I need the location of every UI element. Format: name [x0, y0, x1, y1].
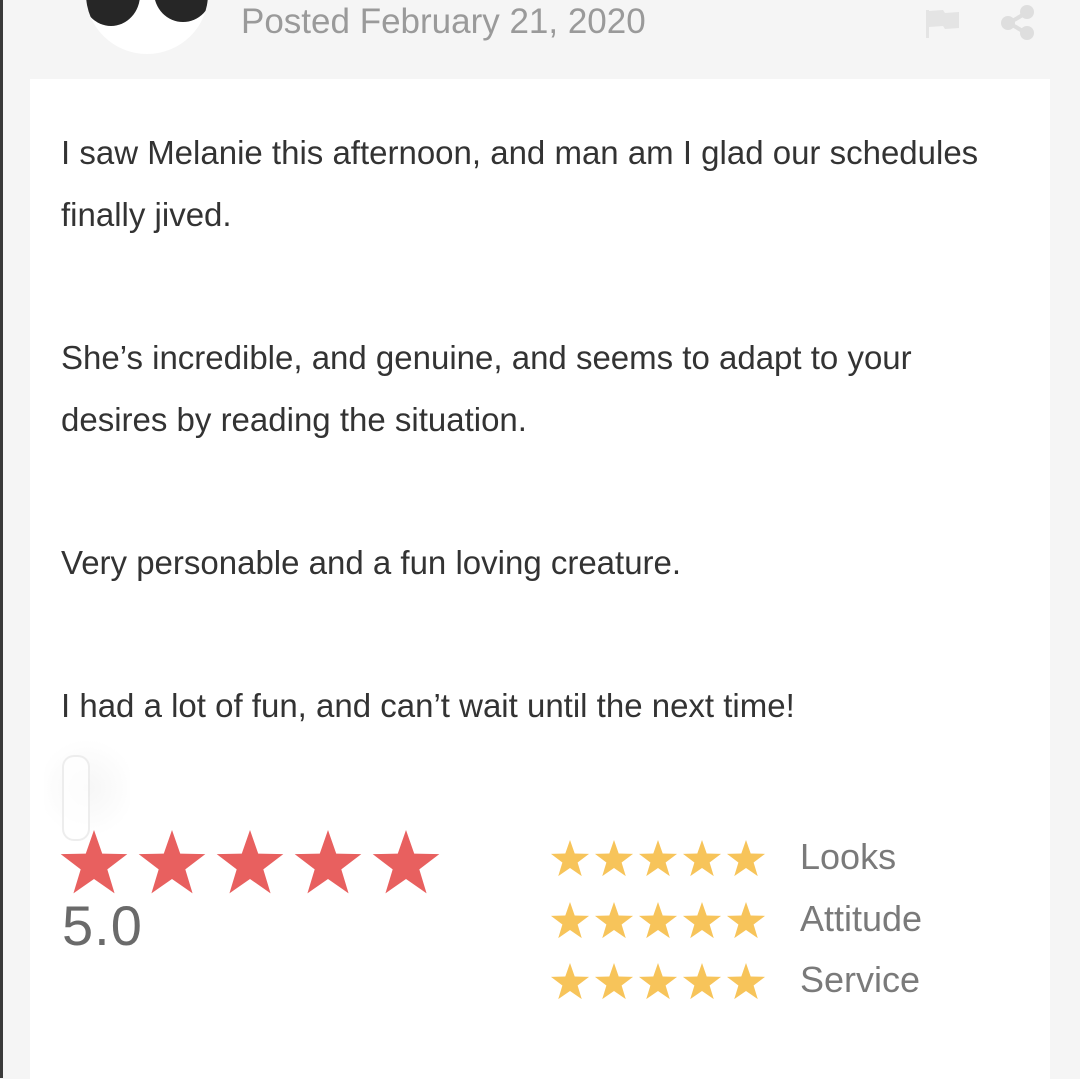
- category-rating-looks: Looks: [549, 833, 1009, 883]
- category-label: Service: [800, 959, 921, 1000]
- star-icon: [638, 840, 678, 877]
- star-icon: [216, 830, 284, 894]
- review-paragraph: Very personable and a fun loving creatur…: [61, 544, 682, 581]
- category-label: Attitude: [800, 898, 923, 939]
- star-icon: [726, 840, 766, 877]
- star-icon: [138, 830, 206, 894]
- category-rating-attitude: Attitude: [549, 895, 1009, 945]
- left-edge-border: [0, 0, 3, 1078]
- flag-icon[interactable]: [923, 4, 963, 40]
- star-icon: [682, 902, 722, 939]
- review-paragraph: She’s incredible, and genuine, and seems…: [61, 339, 912, 438]
- floating-scroll-handle[interactable]: [44, 733, 130, 843]
- star-icon: [726, 902, 766, 939]
- star-icon: [682, 840, 722, 877]
- star-icon: [594, 963, 634, 1000]
- category-stars: [550, 840, 766, 877]
- avatar-shape: [86, 0, 140, 26]
- star-icon: [60, 830, 128, 894]
- review-paragraph: I had a lot of fun, and can’t wait until…: [61, 687, 795, 724]
- category-label: Looks: [800, 836, 897, 877]
- posted-date: Posted February 21, 2020: [241, 2, 646, 41]
- review-paragraph: I saw Melanie this afternoon, and man am…: [61, 134, 979, 233]
- star-icon: [594, 840, 634, 877]
- star-icon: [550, 963, 590, 1000]
- star-icon: [726, 963, 766, 1000]
- category-stars: [550, 963, 766, 1000]
- star-icon: [294, 830, 362, 894]
- avatar-shape: [154, 0, 208, 22]
- star-icon: [638, 963, 678, 1000]
- avatar[interactable]: [86, 0, 208, 54]
- star-icon: [550, 902, 590, 939]
- category-stars: [550, 902, 766, 939]
- star-icon: [638, 902, 678, 939]
- overall-score: 5.0: [62, 894, 143, 957]
- star-icon: [372, 830, 440, 894]
- star-icon: [594, 902, 634, 939]
- star-icon: [550, 840, 590, 877]
- review-header: Posted February 21, 2020: [30, 0, 1050, 79]
- share-icon[interactable]: [998, 4, 1038, 40]
- overall-star-rating: [60, 830, 440, 894]
- star-icon: [682, 963, 722, 1000]
- category-rating-service: Service: [549, 956, 1009, 1006]
